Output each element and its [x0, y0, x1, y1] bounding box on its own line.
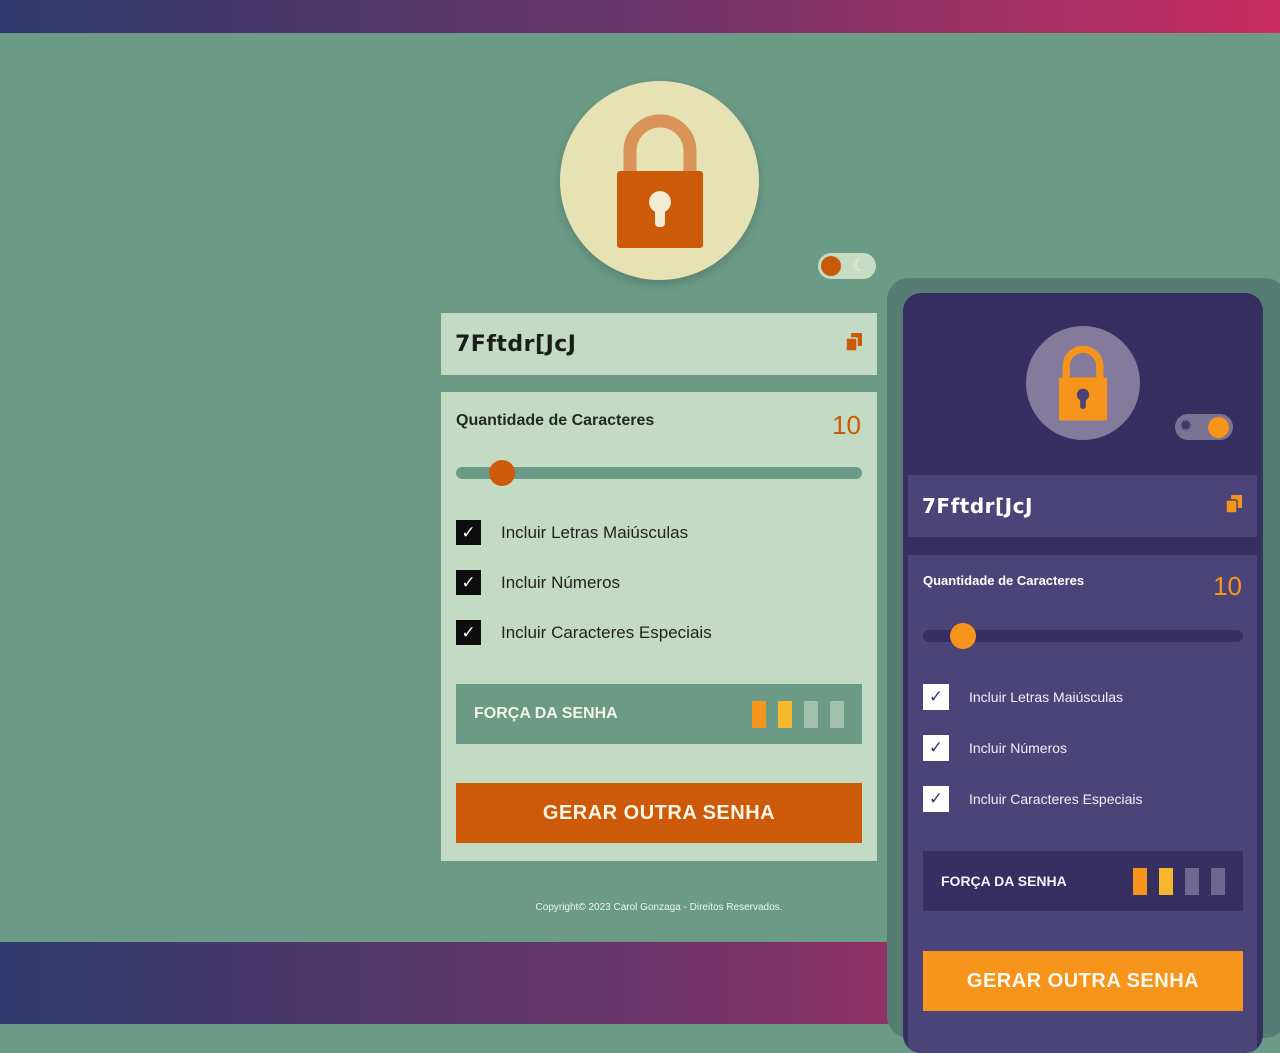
checkmark-icon: ✓: [461, 522, 476, 542]
slider-thumb[interactable]: [489, 460, 515, 486]
strength-bar: [830, 700, 844, 728]
option-uppercase[interactable]: ✓ Incluir Letras Maiúsculas: [923, 684, 1123, 710]
option-special-chars[interactable]: ✓ Incluir Caracteres Especiais: [923, 786, 1143, 812]
checkmark-icon: ✓: [928, 687, 944, 706]
uppercase-checkbox[interactable]: ✓: [923, 684, 949, 710]
strength-meter: [752, 700, 844, 728]
mobile-preview-frame: ✹ 7Fftdr[JcJ Quantidade de Caracteres 10…: [887, 278, 1280, 1053]
moon-icon: ☾: [852, 256, 868, 275]
checkmark-icon: ✓: [461, 622, 476, 642]
option-label: Incluir Números: [501, 572, 621, 592]
option-label: Incluir Caracteres Especiais: [501, 622, 712, 642]
copyright-text: Copyright© 2023 Carol Gonzaga - Direitos…: [535, 902, 783, 913]
option-label: Incluir Números: [969, 740, 1068, 756]
settings-panel: Quantidade de Caracteres 10 ✓ Incluir Le…: [908, 555, 1257, 1053]
quantity-label: Quantidade de Caracteres: [923, 573, 1085, 588]
sun-icon: ✹: [1179, 418, 1193, 435]
padlock-icon: [616, 114, 703, 248]
quantity-label: Quantidade de Caracteres: [456, 412, 655, 429]
checkmark-icon: ✓: [461, 572, 476, 592]
strength-bar: [1159, 867, 1173, 895]
generate-password-button[interactable]: GERAR OUTRA SENHA: [456, 783, 862, 843]
password-display: 7Fftdr[JcJ: [441, 313, 877, 375]
password-strength: FORÇA DA SENHA: [456, 684, 862, 744]
password-display: 7Fftdr[JcJ: [908, 475, 1257, 537]
numbers-checkbox[interactable]: ✓: [923, 735, 949, 761]
generated-password: 7Fftdr[JcJ: [455, 331, 577, 357]
length-slider[interactable]: [456, 460, 862, 486]
lock-illustration: [560, 81, 759, 280]
strength-bar: [1133, 867, 1147, 895]
length-slider[interactable]: [923, 623, 1243, 649]
slider-thumb[interactable]: [950, 623, 976, 649]
strength-bar: [804, 700, 818, 728]
lock-illustration: [1026, 326, 1140, 440]
generated-password: 7Fftdr[JcJ: [922, 494, 1033, 518]
toggle-knob: [821, 256, 841, 276]
option-uppercase[interactable]: ✓ Incluir Letras Maiúsculas: [456, 520, 688, 545]
theme-toggle[interactable]: ✹: [1175, 414, 1233, 440]
copy-icon[interactable]: [1225, 494, 1243, 519]
mobile-screen: ✹ 7Fftdr[JcJ Quantidade de Caracteres 10…: [903, 293, 1263, 1053]
settings-panel: Quantidade de Caracteres 10 ✓ Incluir Le…: [441, 392, 877, 861]
option-special-chars[interactable]: ✓ Incluir Caracteres Especiais: [456, 620, 712, 645]
checkmark-icon: ✓: [928, 789, 944, 808]
numbers-checkbox[interactable]: ✓: [456, 570, 481, 595]
strength-bar: [1185, 867, 1199, 895]
password-strength: FORÇA DA SENHA: [923, 851, 1243, 911]
toggle-knob: [1208, 417, 1229, 438]
option-label: Incluir Letras Maiúsculas: [969, 689, 1124, 705]
strength-bar: [778, 700, 792, 728]
option-label: Incluir Caracteres Especiais: [969, 791, 1143, 807]
padlock-icon: [1058, 345, 1108, 421]
quantity-value: 10: [1213, 571, 1242, 601]
uppercase-checkbox[interactable]: ✓: [456, 520, 481, 545]
theme-toggle[interactable]: ☾: [818, 253, 876, 279]
quantity-value: 10: [832, 410, 861, 440]
generate-password-button[interactable]: GERAR OUTRA SENHA: [923, 951, 1243, 1011]
copy-icon[interactable]: [845, 332, 863, 357]
strength-meter: [1133, 867, 1225, 895]
option-label: Incluir Letras Maiúsculas: [501, 522, 689, 542]
strength-label: FORÇA DA SENHA: [474, 705, 618, 722]
strength-label: FORÇA DA SENHA: [941, 873, 1067, 889]
special-chars-checkbox[interactable]: ✓: [923, 786, 949, 812]
strength-bar: [1211, 867, 1225, 895]
special-chars-checkbox[interactable]: ✓: [456, 620, 481, 645]
checkmark-icon: ✓: [928, 738, 944, 757]
strength-bar: [752, 700, 766, 728]
option-numbers[interactable]: ✓ Incluir Números: [923, 735, 1067, 761]
option-numbers[interactable]: ✓ Incluir Números: [456, 570, 620, 595]
top-gradient-band: [0, 0, 1280, 33]
